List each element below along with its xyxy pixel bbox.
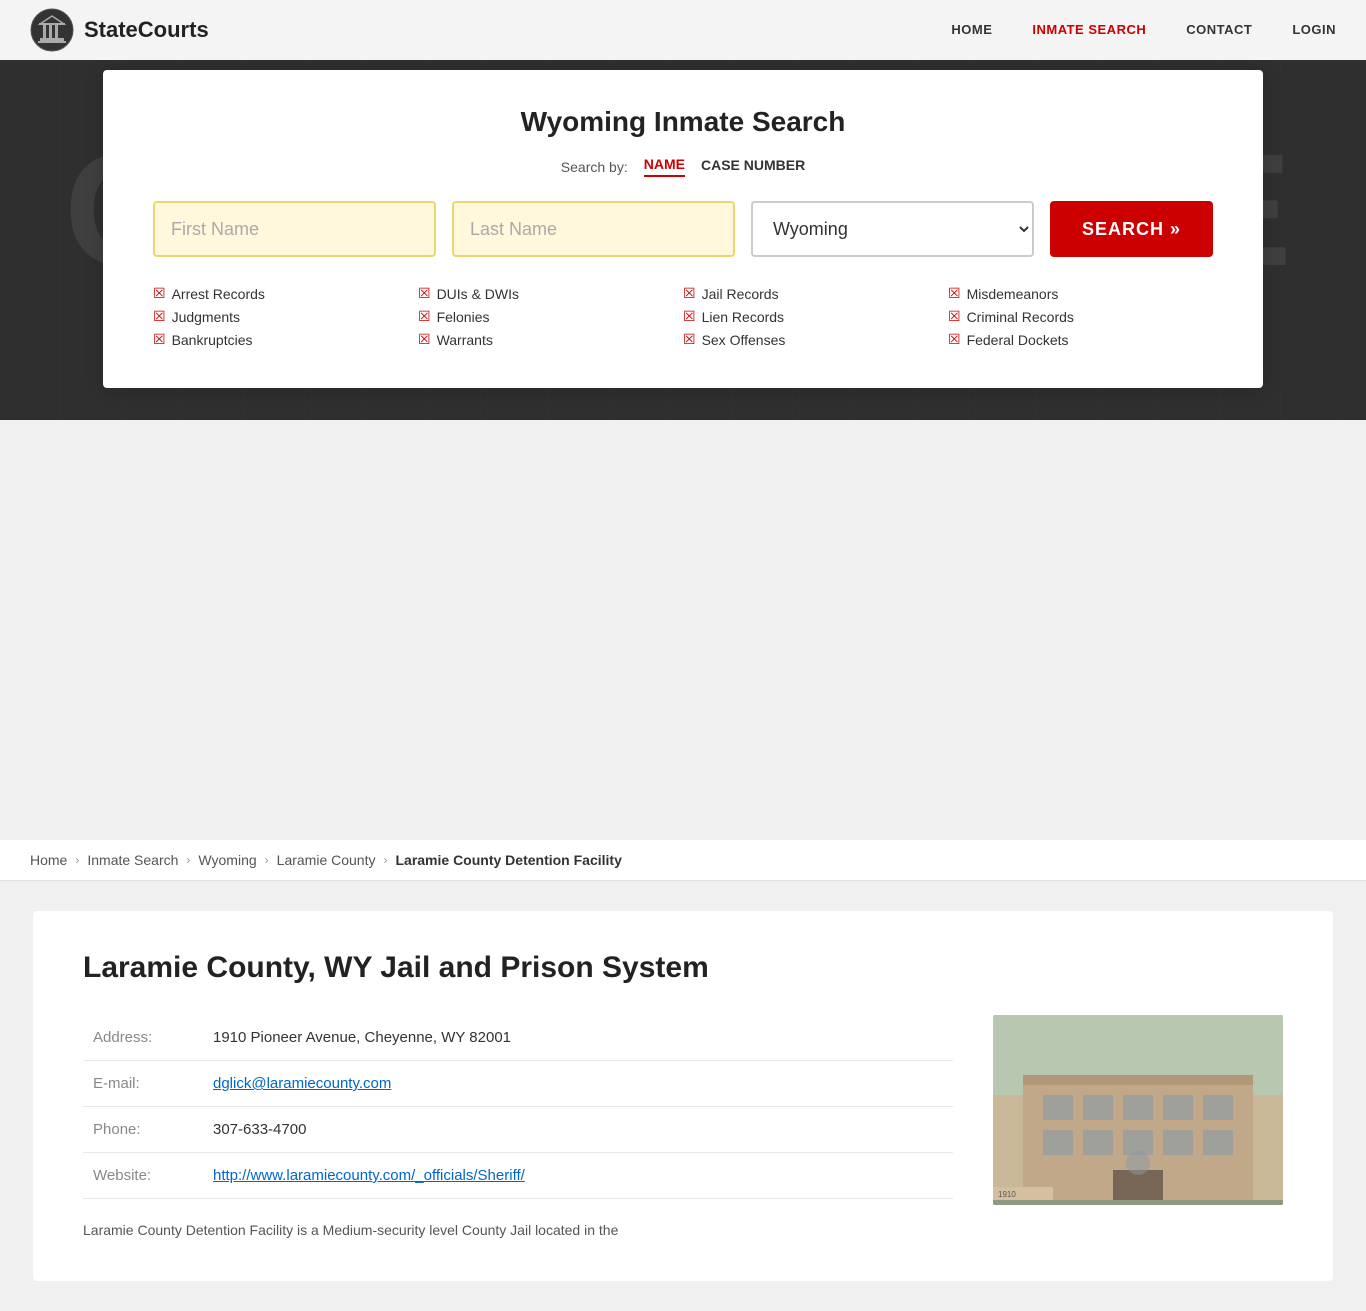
facility-title: Laramie County, WY Jail and Prison Syste…: [83, 951, 1283, 985]
state-select[interactable]: Wyoming Alabama Alaska Arizona Californi…: [751, 201, 1034, 257]
breadcrumb: Home › Inmate Search › Wyoming › Laramie…: [0, 840, 1366, 881]
check-label: Bankruptcies: [172, 332, 253, 348]
phone-row: Phone: 307-633-4700: [83, 1107, 953, 1153]
check-sex-offenses: ☒ Sex Offenses: [683, 331, 948, 348]
nav-link-login[interactable]: LOGIN: [1292, 22, 1336, 37]
email-link[interactable]: dglick@laramiecounty.com: [213, 1075, 391, 1092]
check-label: Federal Dockets: [967, 332, 1069, 348]
search-by-row: Search by: NAME CASE NUMBER: [153, 156, 1213, 177]
breadcrumb-sep-3: ›: [265, 853, 269, 867]
facility-image: 1910: [993, 1015, 1283, 1205]
check-label: Jail Records: [702, 286, 779, 302]
breadcrumb-home[interactable]: Home: [30, 852, 67, 868]
nav-link-inmate-search[interactable]: INMATE SEARCH: [1032, 22, 1146, 37]
check-label: DUIs & DWIs: [437, 286, 519, 302]
logo-text: StateCourts: [84, 17, 209, 43]
nav-link-contact[interactable]: CONTACT: [1186, 22, 1252, 37]
checkbox-icon: ☒: [153, 331, 166, 348]
website-link[interactable]: http://www.laramiecounty.com/_officials/…: [213, 1167, 525, 1184]
info-table: Address: 1910 Pioneer Avenue, Cheyenne, …: [83, 1015, 953, 1199]
check-label: Felonies: [437, 309, 490, 325]
check-bankruptcies: ☒ Bankruptcies: [153, 331, 418, 348]
nav-link-home[interactable]: HOME: [951, 22, 992, 37]
search-inputs-row: Wyoming Alabama Alaska Arizona Californi…: [153, 201, 1213, 257]
description-text: Laramie County Detention Facility is a M…: [83, 1219, 953, 1241]
check-label: Misdemeanors: [967, 286, 1059, 302]
check-lien-records: ☒ Lien Records: [683, 308, 948, 325]
breadcrumb-inmate-search[interactable]: Inmate Search: [87, 852, 178, 868]
search-button[interactable]: SEARCH »: [1050, 201, 1213, 257]
check-judgments: ☒ Judgments: [153, 308, 418, 325]
checkbox-icon: ☒: [683, 331, 696, 348]
check-federal-dockets: ☒ Federal Dockets: [948, 331, 1213, 348]
last-name-input[interactable]: [452, 201, 735, 257]
breadcrumb-laramie-county[interactable]: Laramie County: [277, 852, 376, 868]
nav-item-contact[interactable]: CONTACT: [1186, 21, 1252, 39]
checkbox-icon: ☒: [683, 285, 696, 302]
search-title: Wyoming Inmate Search: [153, 106, 1213, 138]
content-area: Laramie County, WY Jail and Prison Syste…: [0, 881, 1366, 1311]
breadcrumb-sep-4: ›: [383, 853, 387, 867]
check-label: Criminal Records: [967, 309, 1074, 325]
checkbox-icon: ☒: [683, 308, 696, 325]
phone-value: 307-633-4700: [203, 1107, 953, 1153]
check-label: Arrest Records: [172, 286, 265, 302]
tab-name[interactable]: NAME: [644, 156, 685, 177]
logo-icon: [30, 8, 74, 52]
checkbox-icon: ☒: [418, 285, 431, 302]
svg-text:1910: 1910: [998, 1190, 1016, 1199]
breadcrumb-sep-1: ›: [75, 853, 79, 867]
logo-link[interactable]: StateCourts: [30, 8, 209, 52]
search-card: Wyoming Inmate Search Search by: NAME CA…: [103, 70, 1263, 388]
first-name-input[interactable]: [153, 201, 436, 257]
address-row: Address: 1910 Pioneer Avenue, Cheyenne, …: [83, 1015, 953, 1061]
two-col-layout: Address: 1910 Pioneer Avenue, Cheyenne, …: [83, 1015, 1283, 1241]
nav-item-inmate-search[interactable]: INMATE SEARCH: [1032, 21, 1146, 39]
nav-item-login[interactable]: LOGIN: [1292, 21, 1336, 39]
check-duis: ☒ DUIs & DWIs: [418, 285, 683, 302]
checkbox-icon: ☒: [418, 308, 431, 325]
website-label: Website:: [83, 1153, 203, 1199]
check-criminal-records: ☒ Criminal Records: [948, 308, 1213, 325]
checkbox-icon: ☒: [948, 308, 961, 325]
website-row: Website: http://www.laramiecounty.com/_o…: [83, 1153, 953, 1199]
check-misdemeanors: ☒ Misdemeanors: [948, 285, 1213, 302]
address-value: 1910 Pioneer Avenue, Cheyenne, WY 82001: [203, 1015, 953, 1061]
info-col: Address: 1910 Pioneer Avenue, Cheyenne, …: [83, 1015, 953, 1241]
check-felonies: ☒ Felonies: [418, 308, 683, 325]
hero-section: COURTHOUSE StateCourts HOME INMATE SEARC…: [0, 0, 1366, 420]
address-label: Address:: [83, 1015, 203, 1061]
checkbox-icon: ☒: [418, 331, 431, 348]
image-col: 1910: [993, 1015, 1283, 1241]
checkbox-icon: ☒: [153, 285, 166, 302]
email-label: E-mail:: [83, 1061, 203, 1107]
checkbox-icon: ☒: [153, 308, 166, 325]
check-label: Lien Records: [702, 309, 785, 325]
check-warrants: ☒ Warrants: [418, 331, 683, 348]
check-arrest-records: ☒ Arrest Records: [153, 285, 418, 302]
email-value[interactable]: dglick@laramiecounty.com: [203, 1061, 953, 1107]
content-card: Laramie County, WY Jail and Prison Syste…: [33, 911, 1333, 1281]
top-navigation: StateCourts HOME INMATE SEARCH CONTACT L…: [0, 0, 1366, 60]
breadcrumb-current: Laramie County Detention Facility: [395, 852, 621, 868]
nav-links-list: HOME INMATE SEARCH CONTACT LOGIN: [951, 21, 1336, 39]
website-value[interactable]: http://www.laramiecounty.com/_officials/…: [203, 1153, 953, 1199]
phone-label: Phone:: [83, 1107, 203, 1153]
breadcrumb-sep-2: ›: [186, 853, 190, 867]
email-row: E-mail: dglick@laramiecounty.com: [83, 1061, 953, 1107]
facility-svg: 1910: [993, 1015, 1283, 1205]
tab-case-number[interactable]: CASE NUMBER: [701, 157, 805, 176]
check-label: Judgments: [172, 309, 240, 325]
check-label: Warrants: [437, 332, 493, 348]
nav-item-home[interactable]: HOME: [951, 21, 992, 39]
search-by-label: Search by:: [561, 159, 628, 175]
checkbox-icon: ☒: [948, 285, 961, 302]
checkboxes-grid: ☒ Arrest Records ☒ DUIs & DWIs ☒ Jail Re…: [153, 285, 1213, 348]
check-jail-records: ☒ Jail Records: [683, 285, 948, 302]
breadcrumb-wyoming[interactable]: Wyoming: [198, 852, 256, 868]
check-label: Sex Offenses: [702, 332, 786, 348]
checkbox-icon: ☒: [948, 331, 961, 348]
